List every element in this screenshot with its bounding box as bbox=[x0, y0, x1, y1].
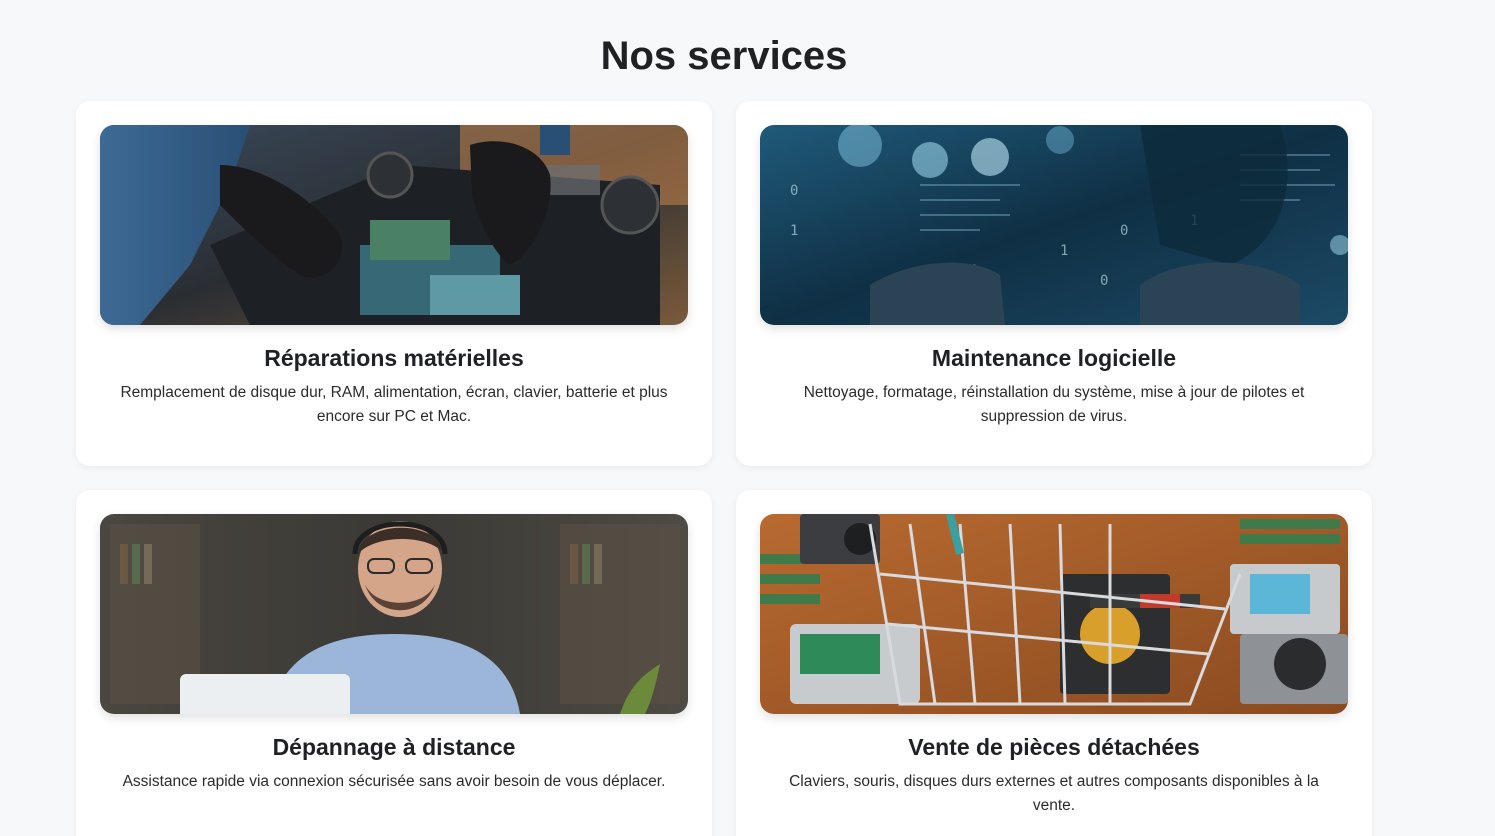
remote-support-image bbox=[100, 514, 688, 714]
service-title: Dépannage à distance bbox=[272, 734, 516, 760]
service-description: Nettoyage, formatage, réinstallation du … bbox=[803, 384, 1305, 425]
service-description: Assistance rapide via connexion sécurisé… bbox=[122, 773, 666, 790]
service-title: Vente de pièces détachées bbox=[908, 734, 1200, 760]
service-card-software-maintenance: 01 01 10 01 Maintenance logicielle Netto… bbox=[736, 101, 1372, 466]
service-description: Remplacement de disque dur, RAM, aliment… bbox=[120, 384, 668, 425]
service-title: Maintenance logicielle bbox=[931, 345, 1177, 371]
service-description: Claviers, souris, disques durs externes … bbox=[789, 773, 1319, 814]
hardware-repair-image bbox=[100, 125, 688, 325]
svg-text:0: 0 bbox=[1100, 273, 1108, 289]
software-maintenance-image: 01 01 10 01 bbox=[760, 125, 1348, 325]
svg-text:0: 0 bbox=[1120, 223, 1128, 239]
service-card-spare-parts: Vente de pièces détachées Claviers, sour… bbox=[736, 490, 1372, 836]
svg-text:1: 1 bbox=[790, 223, 798, 239]
svg-text:1: 1 bbox=[1060, 243, 1068, 259]
services-page: Nos services Réparations matérielles Rem… bbox=[0, 0, 1495, 836]
svg-text:0: 0 bbox=[790, 183, 798, 199]
spare-parts-image bbox=[760, 514, 1348, 714]
service-title: Réparations matérielles bbox=[264, 345, 524, 371]
service-card-remote-support: Dépannage à distance Assistance rapide v… bbox=[76, 490, 712, 836]
service-card-hardware-repair: Réparations matérielles Remplacement de … bbox=[76, 101, 712, 466]
services-grid: Réparations matérielles Remplacement de … bbox=[76, 101, 1372, 836]
section-title: Nos services bbox=[600, 34, 848, 78]
